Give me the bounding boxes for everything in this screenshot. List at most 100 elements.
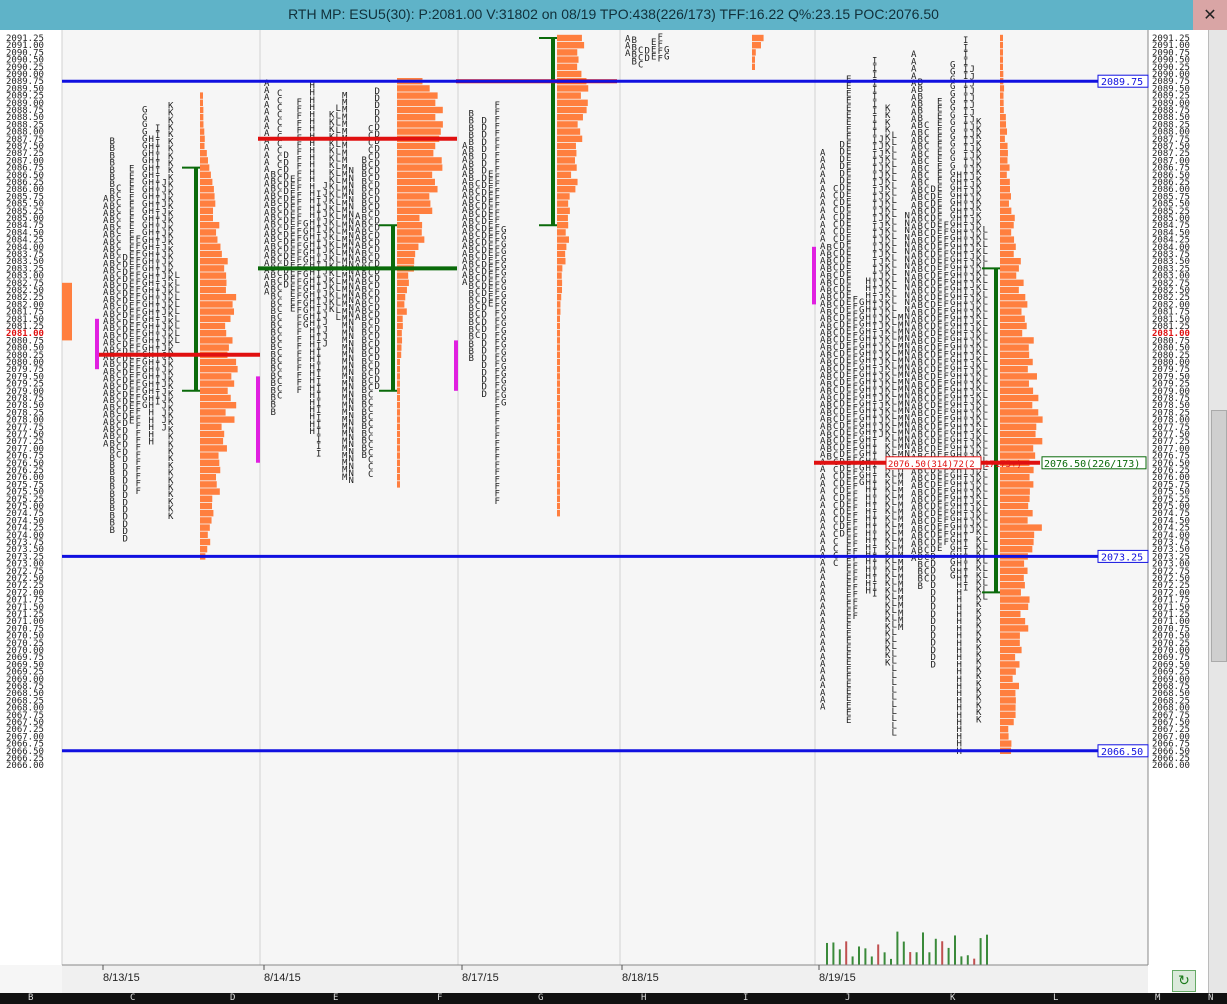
profile-bar: [397, 351, 402, 358]
profile-bar: [200, 474, 217, 481]
column-letter: G: [538, 993, 543, 1004]
profile-bar: [200, 236, 218, 243]
tpo-letter: E: [129, 165, 134, 175]
tpo-letter: K: [329, 111, 335, 121]
profile-bar: [200, 106, 204, 114]
profile-bar: [397, 430, 400, 438]
profile-bar: [1000, 574, 1024, 582]
profile-bar: [397, 409, 400, 416]
profile-bar: [557, 445, 560, 452]
profile-bar: [397, 308, 407, 315]
volume-bar: [928, 952, 931, 965]
profile-bar: [1000, 711, 1016, 718]
profile-bar: [1000, 193, 1011, 200]
profile-bar: [557, 193, 570, 200]
vertical-scrollbar[interactable]: [1208, 30, 1227, 993]
profile-bar: [557, 243, 567, 250]
close-button[interactable]: ✕: [1193, 0, 1227, 30]
profile-bar: [1000, 589, 1021, 596]
profile-bar: [397, 466, 400, 474]
profile-bar: [1000, 524, 1042, 531]
profile-bar: [397, 286, 407, 294]
tpo-letter: K: [168, 101, 174, 111]
profile-bar: [557, 42, 585, 49]
tpo-letter: J: [879, 135, 884, 145]
profile-bar: [557, 272, 562, 279]
profile-bar: [397, 214, 420, 222]
profile-bar: [557, 308, 561, 315]
profile-bar: [200, 301, 233, 308]
date-label: 8/14/15: [264, 972, 301, 984]
tpo-letter: B: [271, 170, 276, 180]
profile-bar: [200, 510, 214, 517]
profile-bar: [397, 416, 400, 423]
profile-bar: [557, 99, 588, 106]
tpo-letter: F: [297, 98, 302, 108]
profile-bar: [1000, 639, 1020, 646]
profile-bar: [557, 380, 560, 387]
tpo-letter: C: [924, 121, 929, 131]
date-label: 8/18/15: [622, 972, 659, 984]
profile-bar: [397, 142, 436, 150]
tpo-letter: E: [937, 97, 942, 107]
profile-bar: [200, 193, 215, 200]
profile-bar: [200, 157, 208, 164]
tpo-letter: A: [625, 35, 631, 45]
profile-bar: [200, 430, 225, 438]
profile-bar: [200, 394, 231, 402]
profile-bar: [397, 150, 434, 157]
volume-bar: [947, 947, 950, 965]
tpo-letter: G: [859, 298, 864, 308]
profile-bar: [557, 315, 560, 322]
tpo-letter: K: [885, 104, 891, 114]
profile-bar: [1000, 625, 1029, 632]
window-title: RTH MP: ESU5(30): P:2081.00 V:31802 on 0…: [0, 6, 1227, 22]
volume-bar: [851, 956, 854, 965]
tpo-letter: F: [853, 295, 858, 305]
tpo-letter: J: [323, 181, 328, 191]
prior-profile-stub: [62, 282, 72, 341]
profile-bar: [397, 387, 400, 394]
profile-bar: [1000, 164, 1010, 171]
profile-bar: [1000, 697, 1016, 704]
poc-annotation-1: 2076.50(314)72(2: [888, 460, 975, 470]
column-letter: N: [1208, 993, 1213, 1004]
profile-bar: [1000, 135, 1005, 142]
scrollbar-thumb[interactable]: [1211, 410, 1227, 662]
profile-bar: [1000, 301, 1028, 308]
profile-bar: [397, 193, 430, 200]
profile-bar: [1000, 337, 1034, 344]
profile-bar: [1000, 567, 1028, 574]
title-bar: RTH MP: ESU5(30): P:2081.00 V:31802 on 0…: [0, 0, 1227, 30]
profile-bar: [557, 106, 587, 114]
profile-bar: [1000, 236, 1015, 243]
volume-bar: [864, 948, 867, 965]
profile-bar: [397, 186, 438, 193]
profile-bar: [1000, 229, 1012, 236]
profile-bar: [1000, 394, 1039, 402]
profile-bar: [557, 135, 583, 142]
profile-bar: [200, 186, 214, 193]
profile-bar: [1000, 380, 1029, 387]
market-profile-chart[interactable]: 2091.25 2091.252091.00 2091.002090.75 2090.…: [0, 30, 1208, 993]
profile-bar: [1000, 308, 1022, 315]
profile-bar: [397, 222, 423, 229]
date-label: 8/17/15: [462, 972, 499, 984]
profile-bar: [200, 258, 228, 265]
profile-bar: [397, 337, 403, 344]
profile-bar: [557, 344, 560, 351]
profile-bar: [557, 394, 560, 402]
profile-bar: [200, 315, 231, 322]
profile-bar: [557, 430, 560, 438]
volume-bar: [922, 932, 924, 965]
tpo-letter: G: [142, 106, 147, 116]
profile-bar: [557, 85, 589, 92]
refresh-icon[interactable]: ↻: [1172, 970, 1196, 992]
profile-bar: [1000, 546, 1033, 553]
profile-bar: [397, 272, 409, 279]
profile-bar: [557, 128, 581, 135]
profile-bar: [1000, 409, 1039, 416]
column-letter: L: [1053, 993, 1058, 1004]
profile-bar: [557, 157, 575, 164]
profile-bar: [1000, 207, 1012, 214]
